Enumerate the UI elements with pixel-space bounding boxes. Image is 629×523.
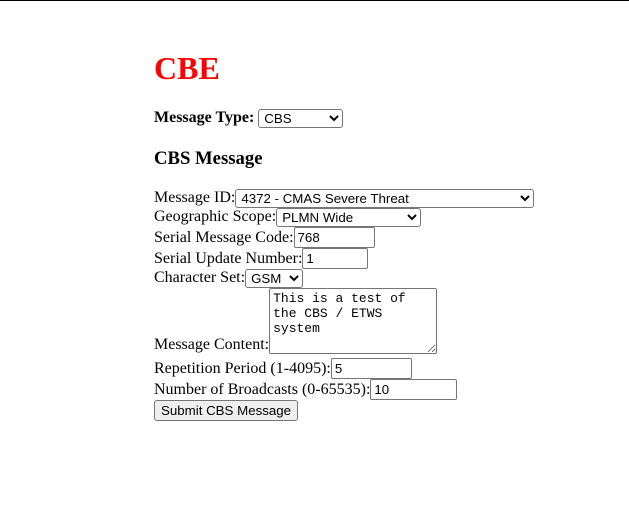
submit-row: Submit CBS Message	[154, 400, 299, 421]
serial-message-code-input[interactable]	[293, 227, 375, 248]
message-content-label: Message Content:	[154, 336, 270, 353]
geographic-scope-label: Geographic Scope:	[154, 208, 277, 225]
serial-message-code-row: Serial Message Code:	[154, 227, 375, 248]
serial-message-code-label: Serial Message Code:	[154, 228, 294, 246]
character-set-label: Character Set:	[154, 269, 246, 286]
number-of-broadcasts-row: Number of Broadcasts (0-65535):	[154, 379, 458, 400]
character-set-row: Character Set: GSM	[154, 268, 304, 288]
message-type-label: Message Type:	[154, 109, 255, 126]
message-type-select[interactable]: CBS	[258, 108, 344, 128]
message-id-select[interactable]: 4372 - CMAS Severe Threat	[235, 188, 535, 208]
message-content-row: Message Content: This is a test of the C…	[154, 288, 438, 354]
geographic-scope-row: Geographic Scope: PLMN Wide	[154, 207, 422, 227]
message-id-label: Message ID:	[154, 189, 236, 206]
repetition-period-label: Repetition Period (1-4095):	[154, 359, 331, 377]
section-title: CBS Message	[154, 148, 263, 169]
serial-update-number-input[interactable]	[302, 248, 369, 269]
repetition-period-row: Repetition Period (1-4095):	[154, 358, 412, 379]
page-title: CBE	[154, 50, 220, 86]
character-set-select[interactable]: GSM	[245, 268, 304, 288]
message-content-textarea[interactable]: This is a test of the CBS / ETWS system	[269, 288, 438, 354]
geographic-scope-select[interactable]: PLMN Wide	[276, 207, 422, 227]
number-of-broadcasts-label: Number of Broadcasts (0-65535):	[154, 380, 371, 398]
top-border-line	[0, 0, 629, 1]
message-id-row: Message ID: 4372 - CMAS Severe Threat	[154, 188, 535, 208]
serial-update-number-row: Serial Update Number:	[154, 248, 369, 269]
submit-cbs-message-button[interactable]: Submit CBS Message	[154, 400, 299, 421]
serial-update-number-label: Serial Update Number:	[154, 249, 303, 267]
message-type-row: Message Type: CBS	[154, 108, 344, 128]
repetition-period-input[interactable]	[330, 358, 412, 379]
number-of-broadcasts-input[interactable]	[370, 379, 458, 400]
